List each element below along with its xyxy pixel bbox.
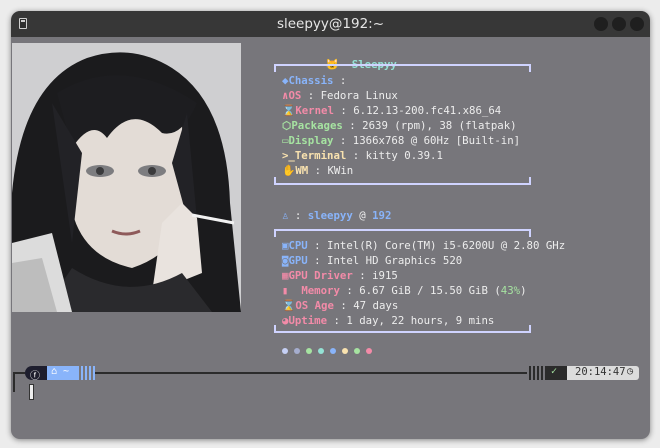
info-row-cpu: ▣CPU : Intel(R) Core(TM) i5-6200U @ 2.80… [282, 239, 566, 252]
minimize-button[interactable] [594, 17, 608, 31]
home-icon: ⌂ [51, 366, 58, 377]
info-row-gpu: ◙GPU : Intel HD Graphics 520 [282, 254, 463, 267]
hourglass-icon: ⌛ [282, 299, 296, 312]
prompt-time: 20:14:47 [575, 366, 626, 378]
close-button[interactable] [630, 17, 644, 31]
info-row-os: ∧OS : Fedora Linux [282, 89, 398, 102]
status-segment: ✓ [545, 366, 567, 380]
palette-dot [366, 348, 372, 354]
prompt-connector-vertical [13, 372, 15, 392]
status-segment-fade [527, 366, 545, 380]
palette-dot [282, 348, 288, 354]
kernel-icon: ⌛ [282, 104, 296, 117]
hardware-frame-top [274, 229, 531, 237]
anime-portrait-image [12, 43, 241, 312]
window-title: sleepyy@192:~ [276, 16, 385, 32]
clock-icon: ◷ [627, 366, 634, 377]
system-frame-top [274, 64, 531, 72]
home-segment: ⌂ ~ [47, 366, 77, 380]
info-row-kernel: ⌛Kernel : 6.12.13-200.fc41.x86_64 [282, 104, 502, 117]
palette-dot [330, 348, 336, 354]
prompt-fill-line [95, 372, 527, 374]
terminal-window: sleepyy@192:~ 🐱 Sleepyy ◆Chassis: ∧OS:… [11, 11, 650, 439]
info-row-packages: ⬡Packages : 2639 (rpm), 38 (flatpak) [282, 119, 517, 132]
fedora-logo-icon: ⓕ [30, 371, 40, 382]
os-segment: ⓕ [25, 366, 47, 382]
home-segment-fade [77, 366, 95, 380]
title-bar[interactable]: sleepyy@192:~ [11, 11, 650, 37]
package-icon: ⬡ [282, 119, 292, 132]
info-row-wm: ✋WM : KWin [282, 164, 354, 177]
system-frame-bottom [274, 177, 531, 185]
text-cursor[interactable] [29, 384, 34, 400]
info-row-gpu-driver: ▦GPU Driver : i915 [282, 269, 398, 282]
terminal-prompt-icon: >_ [282, 149, 295, 162]
palette-dot [354, 348, 360, 354]
info-row-os-age: ⌛OS Age : 47 days [282, 299, 399, 312]
time-segment: 20:14:47 ◷ [567, 366, 639, 380]
info-row-display: ▭Display : 1366x768 @ 60Hz [Built-in] [282, 134, 521, 147]
palette-dot [294, 348, 300, 354]
palette-dot [342, 348, 348, 354]
palette-dot [306, 348, 312, 354]
check-icon: ✓ [551, 366, 558, 377]
info-row-memory: ▮ Memory : 6.67 GiB / 15.50 GiB (43%) [282, 284, 527, 297]
maximize-button[interactable] [612, 17, 626, 31]
info-row-terminal: >_Terminal : kitty 0.39.1 [282, 149, 443, 162]
hardware-frame-bottom [274, 325, 531, 333]
info-row-chassis: ◆Chassis : [282, 74, 347, 87]
palette-dot [318, 348, 324, 354]
hardware-info-block: ▣CPU : Intel(R) Core(TM) i5-6200U @ 2.80… [282, 239, 565, 351]
wm-icon: ✋ [282, 164, 296, 177]
